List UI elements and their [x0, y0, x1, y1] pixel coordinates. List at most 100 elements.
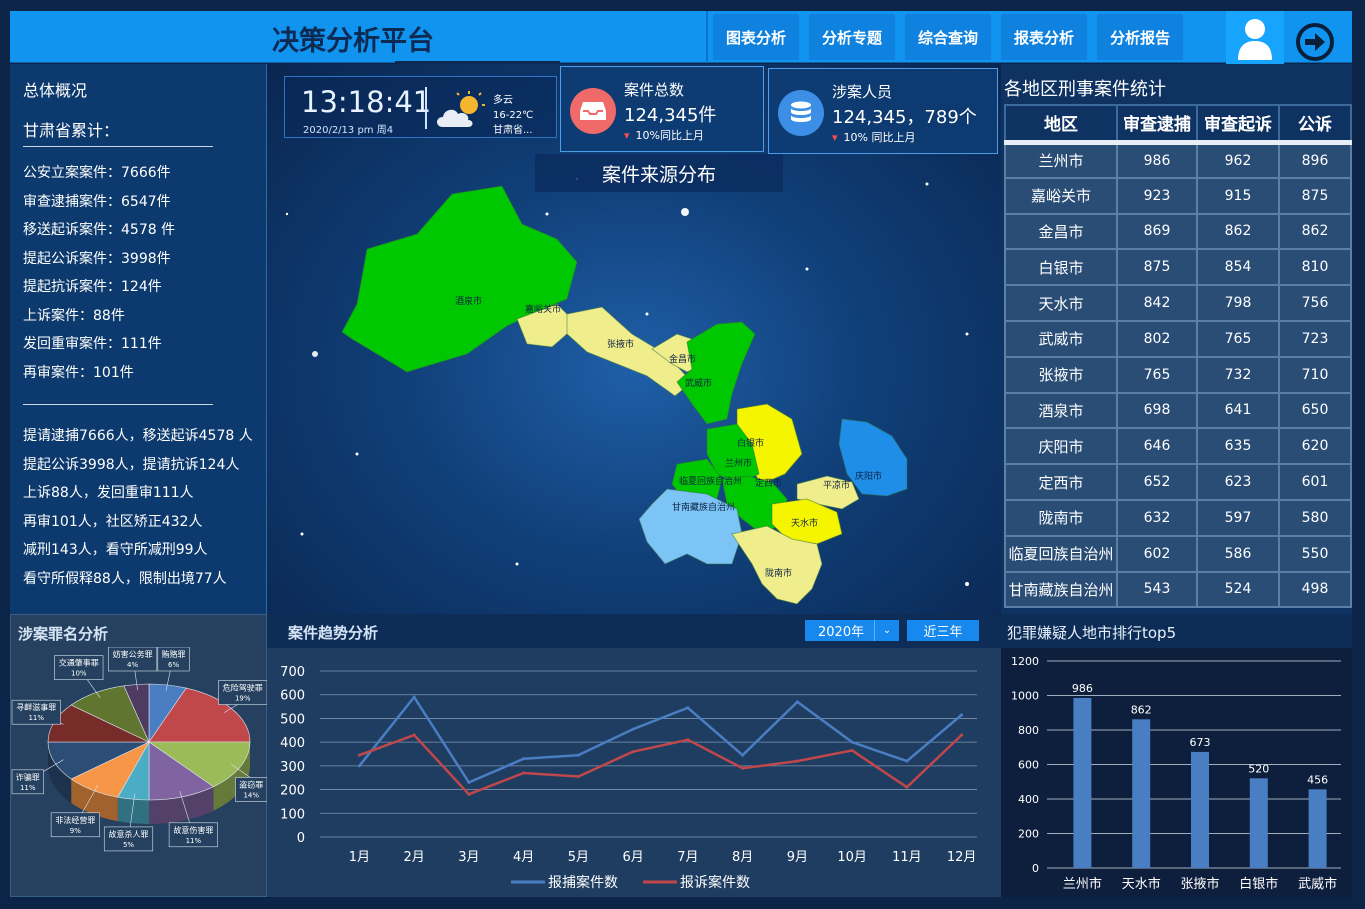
x-tick-label: 2月 [403, 850, 424, 865]
table-row[interactable]: 张掖市 765 732 710 [1004, 355, 1352, 394]
value-cell: 524 [1196, 570, 1280, 609]
value-cell: 862 [1278, 212, 1352, 251]
data-point[interactable] [905, 785, 909, 789]
data-point[interactable] [795, 759, 799, 763]
suspect-rank-header: 犯罪嫌疑人地市排行top5 [1001, 614, 1352, 648]
data-point[interactable] [741, 753, 745, 757]
y-tick-label: 400 [280, 736, 305, 751]
col-header-region[interactable]: 地区 [1004, 104, 1118, 143]
pie-label-pct: 11% [20, 784, 36, 792]
table-row[interactable]: 天水市 842 798 756 [1004, 284, 1352, 322]
y-tick-label: 600 [1018, 759, 1039, 772]
data-point[interactable] [850, 740, 854, 744]
col-header-public-prosecution[interactable]: 公诉 [1278, 104, 1352, 143]
bar-value-label: 986 [1072, 682, 1093, 695]
data-point[interactable] [467, 792, 471, 796]
x-tick-label: 3月 [458, 850, 479, 865]
value-cell: 765 [1116, 355, 1198, 394]
trend-down-icon: ▾ [624, 129, 630, 142]
crime-type-title: 涉案罪名分析 [18, 625, 109, 643]
weather-condition: 多云 [493, 95, 513, 106]
series-line[interactable] [358, 694, 963, 785]
series-line[interactable] [358, 733, 963, 796]
bar[interactable] [1132, 719, 1151, 868]
data-point[interactable] [631, 727, 635, 731]
data-point[interactable] [357, 753, 361, 757]
value-cell: 854 [1196, 248, 1280, 287]
data-point[interactable] [795, 700, 799, 704]
last-three-years-button[interactable]: 近三年 [907, 620, 979, 641]
col-header-arrest[interactable]: 审查逮捕 [1116, 104, 1198, 143]
data-point[interactable] [905, 759, 909, 763]
bar-value-label: 456 [1307, 773, 1328, 786]
nav-topic-analysis[interactable]: 分析专题 [809, 14, 896, 60]
region-name-cell: 白银市 [1004, 248, 1118, 287]
data-point[interactable] [576, 753, 580, 757]
data-point[interactable] [467, 780, 471, 784]
crime-type-pie-chart: 贿赂罪 6% 危险驾驶罪 19% 盗窃罪 14% 故意伤害罪 11% 故意杀人罪 5% 非法经营罪 9… [11, 647, 268, 852]
data-point[interactable] [686, 706, 690, 710]
table-row[interactable]: 定西市 652 623 601 [1004, 463, 1352, 501]
table-row[interactable]: 临夏回族自治州 602 586 550 [1004, 534, 1352, 573]
data-point[interactable] [631, 750, 635, 754]
nav-report-analysis[interactable]: 报表分析 [1001, 14, 1088, 60]
value-cell: 623 [1196, 463, 1280, 501]
year-select[interactable]: 2020年 ⌄ [805, 620, 899, 641]
table-row[interactable]: 武威市 802 765 723 [1004, 319, 1352, 358]
pie-label-pct: 5% [123, 841, 134, 849]
list-item: 减刑143人，看守所减刑99人 [23, 542, 208, 558]
avatar[interactable] [1226, 11, 1284, 65]
table-row[interactable]: 庆阳市 646 635 620 [1004, 427, 1352, 466]
table-row[interactable]: 酒泉市 698 641 650 [1004, 391, 1352, 430]
inbox-icon [570, 88, 616, 134]
people-count-list: 提请逮捕7666人，移送起诉4578 人 提起公诉3998人，提请抗诉124人 … [23, 422, 253, 593]
bar[interactable] [1073, 697, 1092, 868]
case-trend-title: 案件趋势分析 [288, 624, 379, 642]
list-item: 提请逮捕7666人，移送起诉4578 人 [23, 428, 253, 444]
value-cell: 710 [1278, 355, 1352, 394]
data-point[interactable] [522, 757, 526, 761]
data-point[interactable] [576, 775, 580, 779]
table-row[interactable]: 甘南藏族自治州 543 524 498 [1004, 570, 1352, 609]
data-point[interactable] [686, 738, 690, 742]
data-point[interactable] [850, 748, 854, 752]
value-cell: 498 [1278, 570, 1352, 609]
nav-comprehensive-query[interactable]: 综合查询 [905, 14, 992, 60]
nav-chart-analysis[interactable]: 图表分析 [713, 14, 800, 60]
table-row[interactable]: 嘉峪关市 923 915 875 [1004, 176, 1352, 215]
pie-label-name: 妨害公务罪 [113, 649, 153, 659]
col-header-prosecution-review[interactable]: 审查起诉 [1196, 104, 1280, 143]
app-title: 决策分析平台 [272, 26, 434, 57]
value-cell: 543 [1116, 570, 1198, 609]
data-point[interactable] [357, 764, 361, 768]
region-name-cell: 甘南藏族自治州 [1004, 570, 1118, 609]
data-point[interactable] [412, 695, 416, 699]
y-tick-label: 800 [1018, 724, 1039, 737]
x-tick-label: 1月 [349, 850, 370, 865]
data-point[interactable] [741, 766, 745, 770]
x-tick-label: 白银市 [1239, 876, 1278, 892]
pie-label-pct: 9% [70, 827, 81, 835]
data-point[interactable] [960, 713, 964, 717]
nav-analysis-report[interactable]: 分析报告 [1097, 14, 1184, 60]
data-point[interactable] [522, 771, 526, 775]
data-point[interactable] [412, 733, 416, 737]
data-point[interactable] [960, 733, 964, 737]
bar[interactable] [1249, 778, 1268, 868]
bar[interactable] [1191, 751, 1209, 868]
bar-value-label: 862 [1131, 703, 1152, 716]
bar[interactable] [1308, 789, 1327, 868]
map-panel: 酒泉市 嘉峪关市 张掖市 金昌市 武威市 白银市 兰州市 临夏回族自治州 定西市… [267, 64, 1001, 614]
table-row[interactable]: 白银市 875 854 810 [1004, 248, 1352, 287]
value-cell: 632 [1116, 498, 1198, 537]
value-cell: 641 [1196, 391, 1280, 430]
table-row[interactable]: 金昌市 869 862 862 [1004, 212, 1352, 251]
table-row[interactable]: 兰州市 986 962 896 [1004, 139, 1352, 179]
y-tick-label: 1000 [1011, 690, 1039, 703]
involved-people-card: 涉案人员 124,345，789个 ▾ 10% 同比上月 [768, 68, 998, 154]
involved-people-label: 涉案人员 [832, 83, 893, 101]
table-row[interactable]: 陇南市 632 597 580 [1004, 498, 1352, 537]
pie-label-name: 贿赂罪 [162, 649, 186, 659]
x-tick-label: 9月 [787, 850, 808, 865]
logout-arrow-icon[interactable] [1295, 22, 1335, 62]
